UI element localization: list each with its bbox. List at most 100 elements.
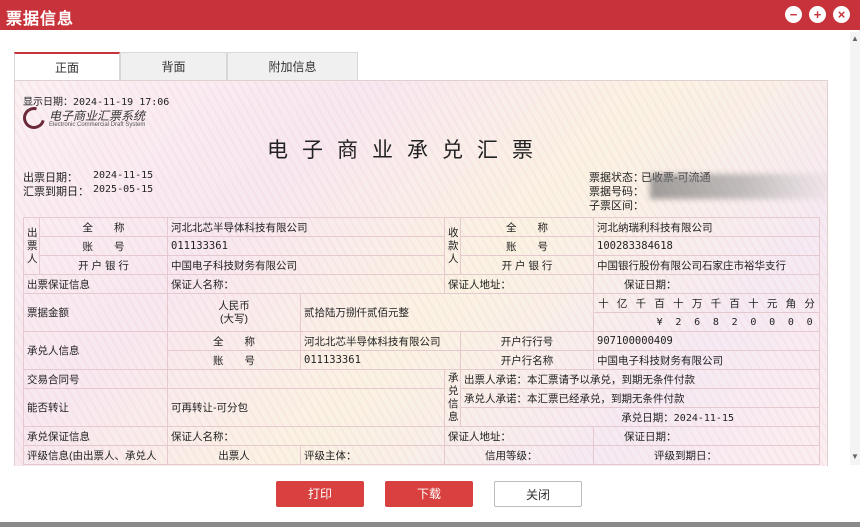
- acceptance-guarantor-name-label: 保证人名称：: [167, 426, 445, 446]
- accept-date-cell: 承兑日期：2024-11-15: [460, 407, 820, 427]
- acceptor-promise-cell: 承兑人承诺：本汇票已经承兑，到期无条件付款: [460, 388, 820, 408]
- drawer-account-label: 账 号: [39, 236, 168, 256]
- redacted-bill-number: [650, 174, 827, 199]
- contract-value: [167, 369, 445, 389]
- sub-range-label: 子票区间：: [589, 200, 644, 212]
- amount-digit: 2: [675, 316, 682, 328]
- logo-en-text: Electronic Commercial Draft System: [49, 122, 146, 128]
- amount-unit-header: 亿: [616, 297, 628, 310]
- payee-name: 河北纳瑞利科技有限公司: [593, 217, 820, 237]
- acceptor-name-label: 全 称: [167, 331, 301, 351]
- amount-digit: [599, 317, 607, 328]
- drawer-guarantor-name-label: 保证人名称：: [167, 274, 445, 294]
- acceptor-promise-label: 承兑人承诺：: [464, 392, 527, 405]
- rating-drawer-label: 出票人: [167, 445, 301, 465]
- print-button[interactable]: 打印: [276, 481, 364, 507]
- acceptance-side-label: 承兑信息: [444, 369, 461, 427]
- acceptor-account-label: 账 号: [167, 350, 301, 370]
- amount-unit-header: 百: [654, 297, 665, 310]
- due-date: 2025-05-15: [93, 184, 154, 195]
- amount-unit-header: 十: [598, 297, 609, 310]
- amount-unit-header: 元: [766, 297, 778, 310]
- contract-label: 交易合同号: [23, 369, 168, 389]
- drawer-promise-label: 出票人承诺：: [464, 373, 527, 386]
- amount-unit-header: 角: [785, 297, 797, 310]
- drawer-name-label: 全 称: [39, 217, 168, 237]
- issue-date: 2024-11-15: [93, 170, 154, 181]
- rating-grade-label: 信用等级：: [444, 445, 594, 465]
- due-date-label: 汇票到期日：: [23, 186, 89, 198]
- currency-label: 人民币: [218, 299, 250, 312]
- bill-ticket: 显示日期：2024-11-19 17:06 电子商业汇票系统 Electroni…: [14, 80, 828, 468]
- close-icon[interactable]: ×: [833, 6, 850, 23]
- amount-unit-header: 十: [748, 297, 759, 310]
- ecds-logo: 电子商业汇票系统 Electronic Commercial Draft Sys…: [18, 102, 153, 134]
- title-bar: 票据信息 − + ×: [0, 0, 860, 30]
- transfer-label: 能否转让: [23, 388, 168, 427]
- amount-digit: [637, 317, 645, 328]
- drawer-side-label: 出票人: [23, 217, 40, 275]
- acceptance-guarantor-addr-label: 保证人地址：: [444, 426, 594, 446]
- acceptor-name: 河北北芯半导体科技有限公司: [300, 331, 461, 351]
- ecds-logo-icon: [18, 102, 50, 134]
- payee-name-label: 全 称: [460, 217, 594, 237]
- amount-unit-header: 百: [729, 297, 740, 310]
- amount-unit-headers: 十亿千百十万千百十元角分: [593, 293, 820, 313]
- acceptor-label: 承兑人信息: [23, 331, 168, 370]
- payee-side-label: 收款人: [444, 217, 461, 275]
- window-bottom-border: [0, 522, 860, 527]
- close-button[interactable]: 关闭: [494, 481, 582, 507]
- amount-label: 票据金额: [23, 293, 168, 332]
- drawer-guarantee-date-label: 保证日期：: [593, 274, 820, 294]
- accept-date-label: 承兑日期：: [621, 411, 674, 424]
- window-title: 票据信息: [6, 11, 75, 28]
- rating-subject-label: 评级主体：: [300, 445, 445, 465]
- scroll-up-icon[interactable]: ▲: [851, 34, 859, 43]
- drawer-guarantee-label: 出票保证信息: [23, 274, 168, 294]
- amount-unit-header: 千: [710, 297, 722, 310]
- acceptor-bank-name: 中国电子科技财务有限公司: [593, 350, 820, 370]
- amount-digit: 0: [750, 316, 757, 328]
- amount-digit: ¥: [656, 316, 663, 328]
- drawer-bank: 中国电子科技财务有限公司: [167, 255, 445, 275]
- bill-title: 电子商业承兑汇票: [267, 138, 547, 162]
- drawer-account: 011133361: [167, 236, 445, 256]
- amount-digit: 2: [731, 316, 738, 328]
- drawer-promise: 本汇票请予以承兑，到期无条件付款: [527, 373, 695, 386]
- acceptance-guarantee-date-label: 保证日期：: [593, 426, 820, 446]
- acceptance-guarantee-label: 承兑保证信息: [23, 426, 168, 446]
- tab-front[interactable]: 正面: [14, 52, 120, 80]
- transfer-value: 可再转让-可分包: [167, 388, 445, 427]
- amount-digits: ¥2 6 8 2 0 0 0 0: [593, 312, 820, 332]
- bill-detail-table: 出票人 全 称 河北北芯半导体科技有限公司 收款人 全 称 河北纳瑞利科技有限公…: [23, 217, 820, 465]
- currency-cell: 人民币 (大写): [167, 293, 301, 332]
- tab-additional-info[interactable]: 附加信息: [227, 52, 358, 80]
- payee-bank-label: 开 户 银 行: [460, 255, 594, 275]
- tab-bar: 正面 背面 附加信息: [14, 52, 360, 80]
- tab-back[interactable]: 背面: [120, 52, 227, 80]
- accept-date: 2024-11-15: [673, 412, 734, 424]
- drawer-promise-cell: 出票人承诺：本汇票请予以承兑，到期无条件付款: [460, 369, 820, 389]
- payee-account: 100283384618: [593, 236, 820, 256]
- amount-digit: 0: [806, 316, 813, 328]
- amount-in-words: 贰拾陆万捌仟贰佰元整: [300, 293, 594, 332]
- payee-account-label: 账 号: [460, 236, 594, 256]
- vertical-scrollbar[interactable]: ▲ ▼: [850, 32, 860, 465]
- amount-unit-header: 十: [673, 297, 684, 310]
- maximize-icon[interactable]: +: [809, 6, 826, 23]
- rating-label: 评级信息(由出票人、承兑人: [23, 445, 168, 465]
- acceptor-promise: 本汇票已经承兑，到期无条件付款: [527, 392, 685, 405]
- amount-digit: 8: [712, 316, 719, 328]
- minimize-icon[interactable]: −: [785, 6, 802, 23]
- currency-sub-label: (大写): [220, 312, 248, 325]
- amount-digit: 0: [787, 316, 794, 328]
- rating-expiry-label: 评级到期日：: [593, 445, 820, 465]
- scroll-down-icon[interactable]: ▼: [851, 452, 859, 461]
- amount-unit-header: 千: [635, 297, 647, 310]
- payee-bank: 中国银行股份有限公司石家庄市裕华支行: [593, 255, 820, 275]
- acceptor-bank-no: 907100000409: [593, 331, 820, 351]
- download-button[interactable]: 下载: [385, 481, 473, 507]
- amount-digit: 6: [694, 316, 701, 328]
- amount-digit: [618, 317, 626, 328]
- amount-unit-header: 万: [691, 297, 703, 310]
